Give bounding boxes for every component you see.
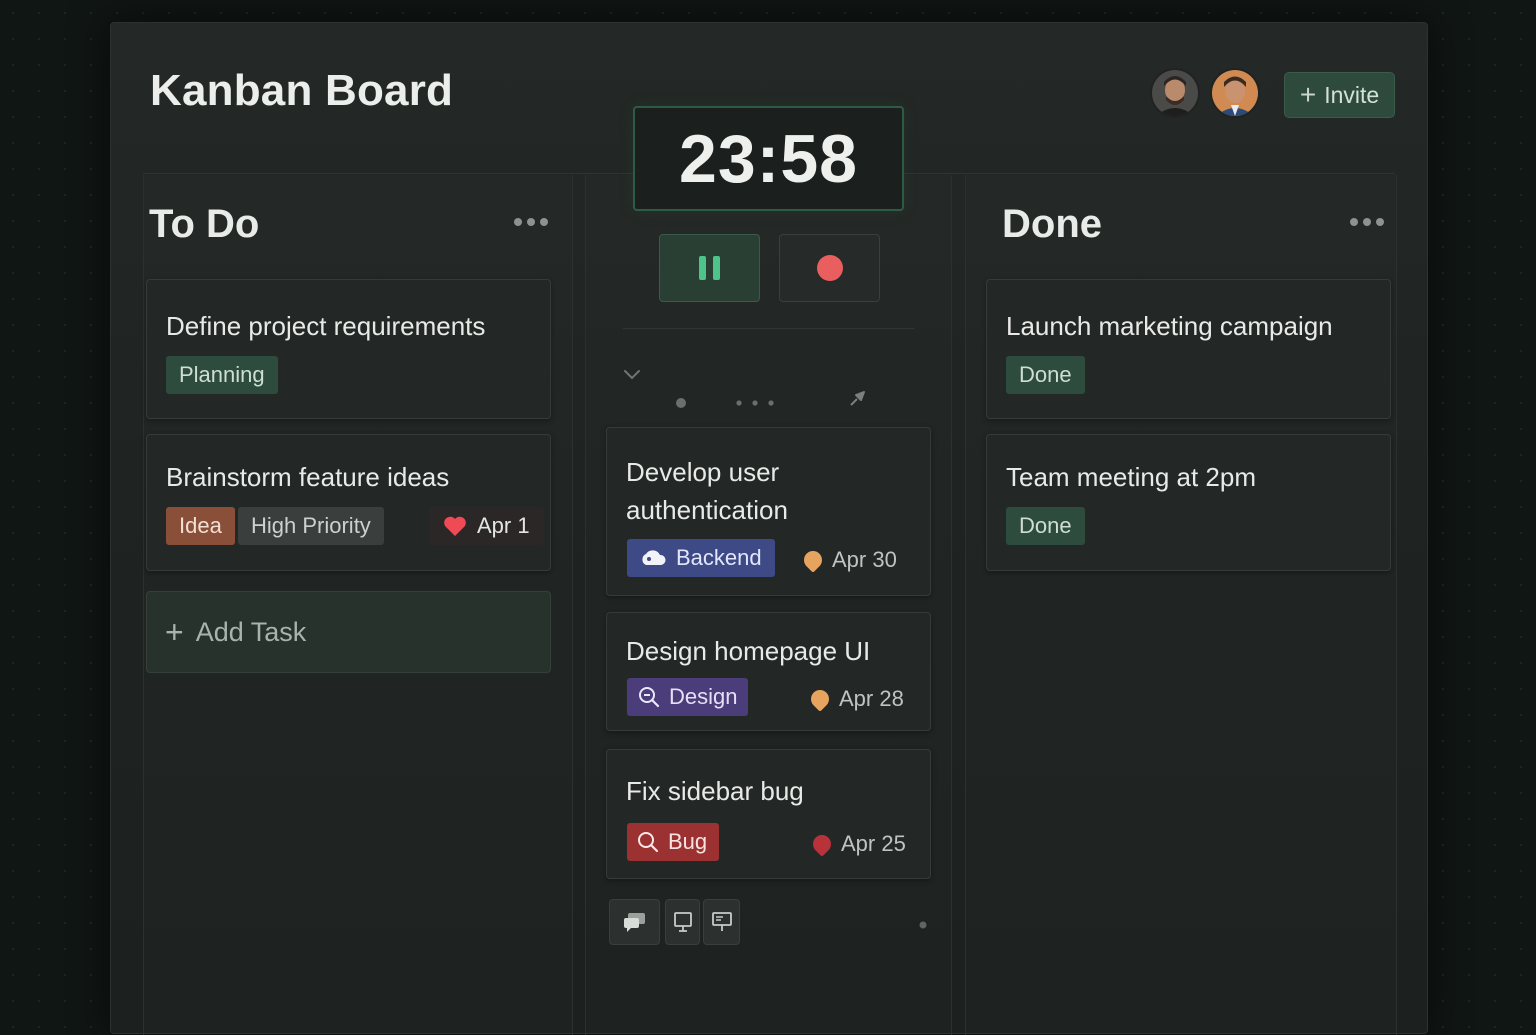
pause-icon — [699, 256, 706, 280]
plus-icon: + — [165, 614, 184, 650]
card-marketing-campaign[interactable]: Launch marketing campaign Done — [986, 279, 1391, 419]
chat-icon — [623, 913, 645, 932]
avatar[interactable] — [1210, 68, 1260, 118]
heart-icon — [444, 516, 466, 536]
avatar[interactable] — [1150, 68, 1200, 118]
card-brainstorm[interactable]: Brainstorm feature ideas Idea High Prior… — [146, 434, 551, 571]
tag-bug: Bug — [627, 823, 720, 861]
more-icon[interactable] — [1350, 218, 1384, 226]
column-title-todo: To Do — [149, 202, 260, 246]
cloud-icon — [642, 550, 666, 565]
due-date: Apr 25 — [809, 831, 906, 857]
tag-label: Design — [669, 684, 738, 709]
add-task-button[interactable]: + Add Task — [146, 591, 551, 673]
card-title: Brainstorm feature ideas — [166, 462, 450, 492]
pin-marker-icon — [807, 686, 833, 712]
card-title: Team meeting at 2pm — [1006, 462, 1257, 492]
invite-button[interactable]: + Invite — [1284, 72, 1395, 118]
card-define-requirements[interactable]: Define project requirements Planning — [146, 279, 551, 419]
due-date-text: Apr 30 — [832, 547, 897, 572]
tag-done: Done — [1006, 356, 1085, 394]
pin-marker-icon — [809, 831, 835, 857]
page-title: Kanban Board — [150, 66, 454, 115]
card-title: Launch marketing campaign — [1006, 311, 1333, 341]
pause-button[interactable] — [659, 234, 760, 302]
card-sidebar-bug[interactable]: Fix sidebar bug Bug Apr 25 — [606, 749, 931, 879]
divider — [623, 328, 914, 329]
more-icon[interactable] — [514, 218, 548, 226]
search-icon — [638, 832, 659, 853]
due-date-text: Apr 28 — [839, 686, 904, 711]
ellipsis-icon[interactable] — [734, 398, 776, 408]
card-title: Design homepage UI — [626, 636, 871, 666]
card-title: Develop user authentication — [626, 457, 788, 525]
monitor-icon — [673, 912, 692, 932]
card-user-auth[interactable]: Develop user authentication Backend Apr … — [606, 427, 931, 596]
presentation-icon — [711, 912, 732, 931]
presentation-button[interactable] — [703, 899, 740, 945]
pin-marker-icon — [800, 547, 826, 573]
record-button[interactable] — [779, 234, 880, 302]
due-date: Apr 30 — [800, 547, 897, 573]
tag-planning: Planning — [166, 356, 278, 394]
chevron-down-icon[interactable] — [622, 368, 642, 382]
status-dot-icon — [919, 921, 927, 929]
timer-display: 23:58 — [633, 106, 904, 211]
tag-done: Done — [1006, 507, 1085, 545]
card-title: Fix sidebar bug — [626, 776, 804, 806]
tag-backend: Backend — [627, 539, 775, 577]
tag-high-priority: High Priority — [238, 507, 384, 545]
pin-icon[interactable] — [848, 388, 868, 408]
tag-label: Bug — [668, 829, 708, 854]
tag-idea: Idea — [166, 507, 235, 545]
search-icon — [639, 687, 660, 708]
column-title-done: Done — [1002, 202, 1102, 246]
due-date-text: Apr 1 — [477, 513, 530, 538]
card-title: Define project requirements — [166, 311, 486, 341]
tag-design: Design — [627, 678, 749, 716]
tag-label: Backend — [676, 545, 762, 570]
invite-label: Invite — [1324, 81, 1380, 108]
monitor-button[interactable] — [665, 899, 700, 945]
card-team-meeting[interactable]: Team meeting at 2pm Done — [986, 434, 1391, 571]
due-date-text: Apr 25 — [841, 831, 906, 856]
drag-handle-icon[interactable] — [674, 396, 688, 410]
chat-button[interactable] — [609, 899, 660, 945]
plus-icon: + — [1299, 79, 1317, 110]
record-icon — [816, 255, 843, 281]
add-task-label: Add Task — [195, 616, 307, 647]
due-date: Apr 28 — [807, 686, 904, 712]
card-homepage-ui[interactable]: Design homepage UI Design Apr 28 — [606, 612, 931, 731]
due-date: Apr 1 — [429, 507, 544, 545]
